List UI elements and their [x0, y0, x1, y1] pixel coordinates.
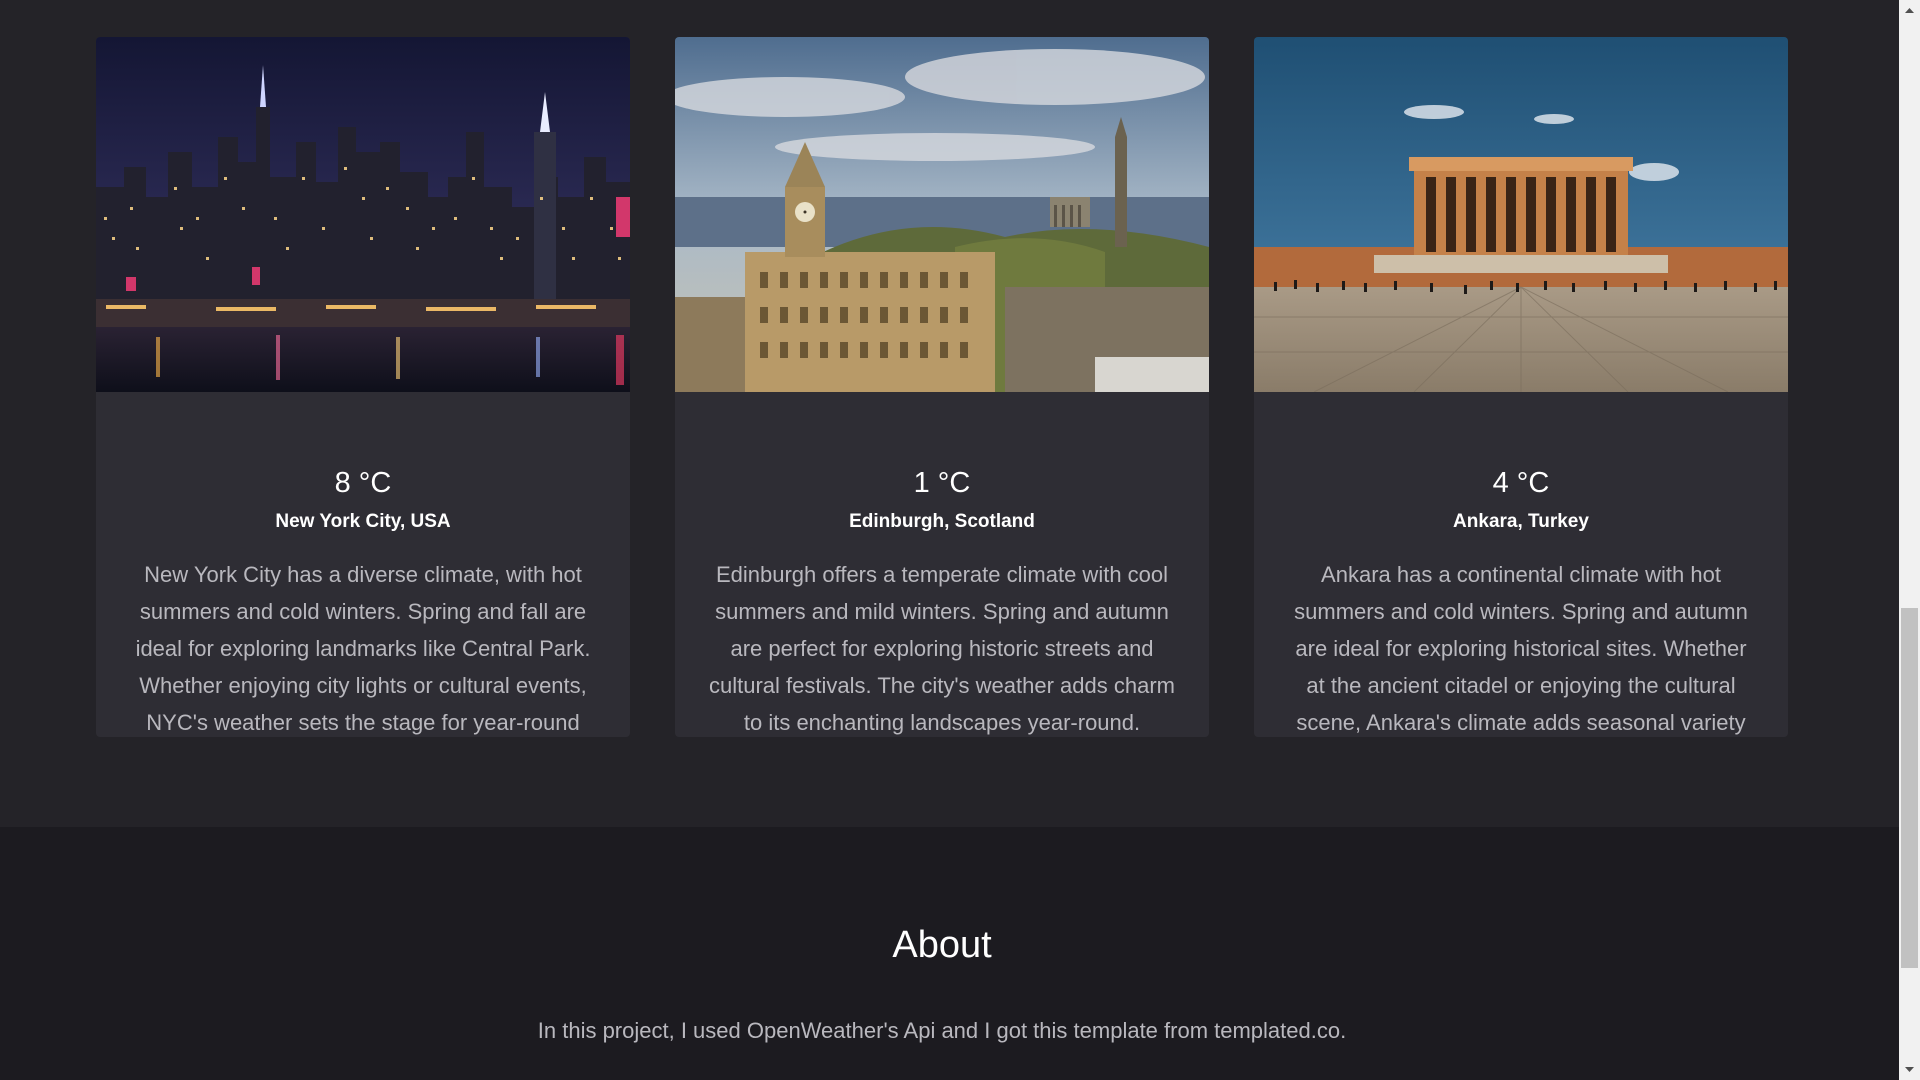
temperature: 8 °C [334, 467, 392, 499]
main-content: 8 °C New York City, USA New York City ha… [0, 0, 1899, 1080]
city-name: New York City, USA [275, 511, 451, 532]
scrollbar-thumb[interactable] [1901, 608, 1918, 968]
triangle-down-icon [1905, 1067, 1914, 1072]
card-image-new-york [96, 37, 630, 392]
city-description: Ankara has a continental climate with ho… [1294, 562, 1748, 735]
weather-card-edinburgh: 1 °C Edinburgh, Scotland Edinburgh offer… [675, 37, 1209, 737]
weather-cards-section: 8 °C New York City, USA New York City ha… [0, 0, 1899, 827]
card-body: 1 °C Edinburgh, Scotland Edinburgh offer… [675, 392, 1209, 737]
card-body: 8 °C New York City, USA New York City ha… [96, 392, 630, 737]
city-name: Ankara, Turkey [1453, 511, 1589, 532]
scroll-down-button[interactable] [1899, 1059, 1920, 1080]
vertical-scrollbar[interactable] [1899, 0, 1920, 1080]
scroll-up-button[interactable] [1899, 0, 1920, 21]
card-image-ankara [1254, 37, 1788, 392]
temperature: 1 °C [913, 467, 971, 499]
city-name: Edinburgh, Scotland [849, 511, 1035, 532]
card-body: 4 °C Ankara, Turkey Ankara has a contine… [1254, 392, 1788, 737]
triangle-up-icon [1905, 8, 1914, 13]
city-description: New York City has a diverse climate, wit… [135, 562, 591, 735]
about-title: About [892, 924, 992, 966]
weather-card-ankara: 4 °C Ankara, Turkey Ankara has a contine… [1254, 37, 1788, 737]
city-description: Edinburgh offers a temperate climate wit… [709, 562, 1175, 735]
page: 8 °C New York City, USA New York City ha… [0, 0, 1920, 1080]
card-image-edinburgh [675, 37, 1209, 392]
about-section: About In this project, I used OpenWeathe… [0, 827, 1899, 1080]
temperature: 4 °C [1492, 467, 1550, 499]
about-text: In this project, I used OpenWeather's Ap… [537, 1018, 1347, 1043]
weather-card-new-york: 8 °C New York City, USA New York City ha… [96, 37, 630, 737]
